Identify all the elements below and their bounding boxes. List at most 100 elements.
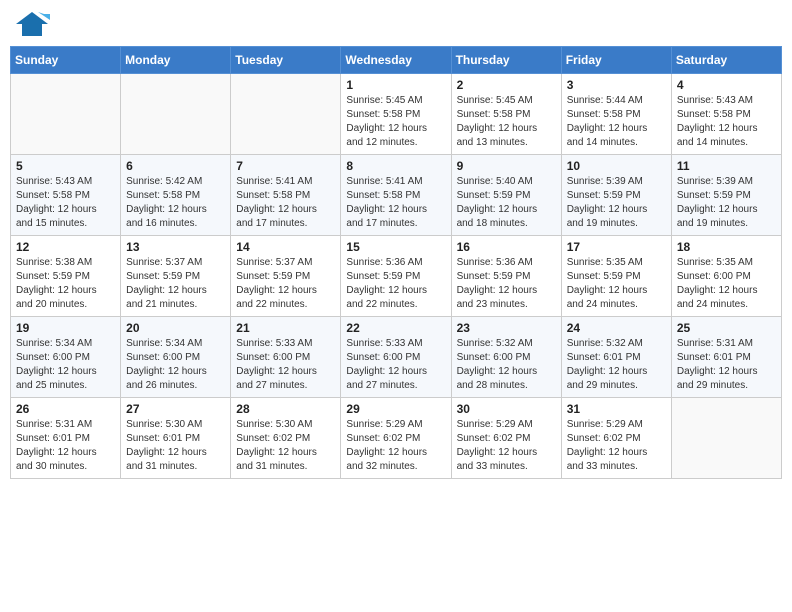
calendar-cell: 16 Sunrise: 5:36 AM Sunset: 5:59 PM Dayli… [451,236,561,317]
day-info: Sunrise: 5:36 AM Sunset: 5:59 PM Dayligh… [346,256,445,312]
calendar-cell: 23 Sunrise: 5:32 AM Sunset: 6:00 PM Dayli… [451,317,561,398]
logo [14,10,54,38]
day-info: Sunrise: 5:35 AM Sunset: 6:00 PM Dayligh… [677,256,776,312]
calendar-cell: 3Sunrise: 5:44 AM Sunset: 5:58 PM Daylig… [561,74,671,155]
day-number: 12 [16,240,115,254]
day-number: 27 [126,402,225,416]
day-info: Sunrise: 5:39 AM Sunset: 5:59 PM Dayligh… [677,175,776,231]
day-info: Sunrise: 5:43 AM Sunset: 5:58 PM Dayligh… [16,175,115,231]
day-info: Sunrise: 5:32 AM Sunset: 6:01 PM Dayligh… [567,337,666,393]
day-number: 8 [346,159,445,173]
calendar-day-header: Monday [121,47,231,74]
day-number: 1 [346,78,445,92]
day-info: Sunrise: 5:35 AM Sunset: 5:59 PM Dayligh… [567,256,666,312]
day-info: Sunrise: 5:29 AM Sunset: 6:02 PM Dayligh… [567,418,666,474]
calendar-cell: 18 Sunrise: 5:35 AM Sunset: 6:00 PM Dayli… [671,236,781,317]
day-info: Sunrise: 5:30 AM Sunset: 6:02 PM Dayligh… [236,418,335,474]
day-info: Sunrise: 5:45 AM Sunset: 5:58 PM Dayligh… [346,94,445,150]
calendar-cell: 19 Sunrise: 5:34 AM Sunset: 6:00 PM Dayli… [11,317,121,398]
day-number: 30 [457,402,556,416]
calendar-week-row: 26 Sunrise: 5:31 AM Sunset: 6:01 PM Dayli… [11,398,782,479]
calendar-week-row: 1 Sunrise: 5:45 AM Sunset: 5:58 PM Daylig… [11,74,782,155]
day-info: Sunrise: 5:43 AM Sunset: 5:58 PM Dayligh… [677,94,776,150]
day-number: 31 [567,402,666,416]
calendar-day-header: Wednesday [341,47,451,74]
day-number: 2 [457,78,556,92]
day-info: Sunrise: 5:41 AM Sunset: 5:58 PM Dayligh… [346,175,445,231]
day-number: 11 [677,159,776,173]
day-number: 28 [236,402,335,416]
calendar-cell: 2 Sunrise: 5:45 AM Sunset: 5:58 PM Daylig… [451,74,561,155]
calendar-cell: 22 Sunrise: 5:33 AM Sunset: 6:00 PM Dayli… [341,317,451,398]
calendar-cell: 29 Sunrise: 5:29 AM Sunset: 6:02 PM Dayli… [341,398,451,479]
calendar-cell: 25Sunrise: 5:31 AM Sunset: 6:01 PM Dayli… [671,317,781,398]
day-info: Sunrise: 5:40 AM Sunset: 5:59 PM Dayligh… [457,175,556,231]
calendar-cell [121,74,231,155]
day-number: 5 [16,159,115,173]
calendar-day-header: Friday [561,47,671,74]
day-number: 13 [126,240,225,254]
day-info: Sunrise: 5:45 AM Sunset: 5:58 PM Dayligh… [457,94,556,150]
day-info: Sunrise: 5:33 AM Sunset: 6:00 PM Dayligh… [346,337,445,393]
day-info: Sunrise: 5:33 AM Sunset: 6:00 PM Dayligh… [236,337,335,393]
day-info: Sunrise: 5:34 AM Sunset: 6:00 PM Dayligh… [16,337,115,393]
calendar-cell: 20Sunrise: 5:34 AM Sunset: 6:00 PM Dayli… [121,317,231,398]
day-info: Sunrise: 5:37 AM Sunset: 5:59 PM Dayligh… [236,256,335,312]
calendar-cell: 17 Sunrise: 5:35 AM Sunset: 5:59 PM Dayli… [561,236,671,317]
day-number: 26 [16,402,115,416]
calendar-week-row: 12 Sunrise: 5:38 AM Sunset: 5:59 PM Dayli… [11,236,782,317]
day-number: 24 [567,321,666,335]
day-number: 18 [677,240,776,254]
calendar-day-header: Sunday [11,47,121,74]
day-info: Sunrise: 5:32 AM Sunset: 6:00 PM Dayligh… [457,337,556,393]
calendar-cell: 21 Sunrise: 5:33 AM Sunset: 6:00 PM Dayli… [231,317,341,398]
calendar-cell: 10Sunrise: 5:39 AM Sunset: 5:59 PM Dayli… [561,155,671,236]
logo-icon [14,10,50,38]
day-number: 23 [457,321,556,335]
calendar-cell: 26 Sunrise: 5:31 AM Sunset: 6:01 PM Dayli… [11,398,121,479]
calendar-cell: 12 Sunrise: 5:38 AM Sunset: 5:59 PM Dayli… [11,236,121,317]
calendar-week-row: 19 Sunrise: 5:34 AM Sunset: 6:00 PM Dayli… [11,317,782,398]
calendar-cell: 6Sunrise: 5:42 AM Sunset: 5:58 PM Daylig… [121,155,231,236]
day-number: 19 [16,321,115,335]
day-info: Sunrise: 5:38 AM Sunset: 5:59 PM Dayligh… [16,256,115,312]
day-info: Sunrise: 5:39 AM Sunset: 5:59 PM Dayligh… [567,175,666,231]
day-number: 21 [236,321,335,335]
calendar-cell [231,74,341,155]
day-number: 17 [567,240,666,254]
calendar-cell: 9Sunrise: 5:40 AM Sunset: 5:59 PM Daylig… [451,155,561,236]
day-info: Sunrise: 5:31 AM Sunset: 6:01 PM Dayligh… [16,418,115,474]
calendar-cell: 7Sunrise: 5:41 AM Sunset: 5:58 PM Daylig… [231,155,341,236]
day-number: 20 [126,321,225,335]
calendar-cell: 15 Sunrise: 5:36 AM Sunset: 5:59 PM Dayli… [341,236,451,317]
calendar-cell [671,398,781,479]
calendar-cell: 30Sunrise: 5:29 AM Sunset: 6:02 PM Dayli… [451,398,561,479]
calendar-day-header: Saturday [671,47,781,74]
calendar-table: SundayMondayTuesdayWednesdayThursdayFrid… [10,46,782,479]
day-info: Sunrise: 5:31 AM Sunset: 6:01 PM Dayligh… [677,337,776,393]
day-number: 4 [677,78,776,92]
day-number: 15 [346,240,445,254]
calendar-cell [11,74,121,155]
calendar-cell: 1 Sunrise: 5:45 AM Sunset: 5:58 PM Daylig… [341,74,451,155]
day-info: Sunrise: 5:36 AM Sunset: 5:59 PM Dayligh… [457,256,556,312]
calendar-day-header: Thursday [451,47,561,74]
calendar-day-header: Tuesday [231,47,341,74]
calendar-header-row: SundayMondayTuesdayWednesdayThursdayFrid… [11,47,782,74]
day-number: 16 [457,240,556,254]
calendar-cell: 14 Sunrise: 5:37 AM Sunset: 5:59 PM Dayli… [231,236,341,317]
calendar-cell: 31 Sunrise: 5:29 AM Sunset: 6:02 PM Dayli… [561,398,671,479]
day-info: Sunrise: 5:41 AM Sunset: 5:58 PM Dayligh… [236,175,335,231]
day-number: 29 [346,402,445,416]
day-number: 22 [346,321,445,335]
day-number: 14 [236,240,335,254]
calendar-cell: 13 Sunrise: 5:37 AM Sunset: 5:59 PM Dayli… [121,236,231,317]
day-info: Sunrise: 5:37 AM Sunset: 5:59 PM Dayligh… [126,256,225,312]
calendar-cell: 4 Sunrise: 5:43 AM Sunset: 5:58 PM Daylig… [671,74,781,155]
day-number: 6 [126,159,225,173]
calendar-cell: 28 Sunrise: 5:30 AM Sunset: 6:02 PM Dayli… [231,398,341,479]
page-header [10,10,782,38]
calendar-cell: 27Sunrise: 5:30 AM Sunset: 6:01 PM Dayli… [121,398,231,479]
day-info: Sunrise: 5:29 AM Sunset: 6:02 PM Dayligh… [346,418,445,474]
calendar-cell: 5 Sunrise: 5:43 AM Sunset: 5:58 PM Daylig… [11,155,121,236]
